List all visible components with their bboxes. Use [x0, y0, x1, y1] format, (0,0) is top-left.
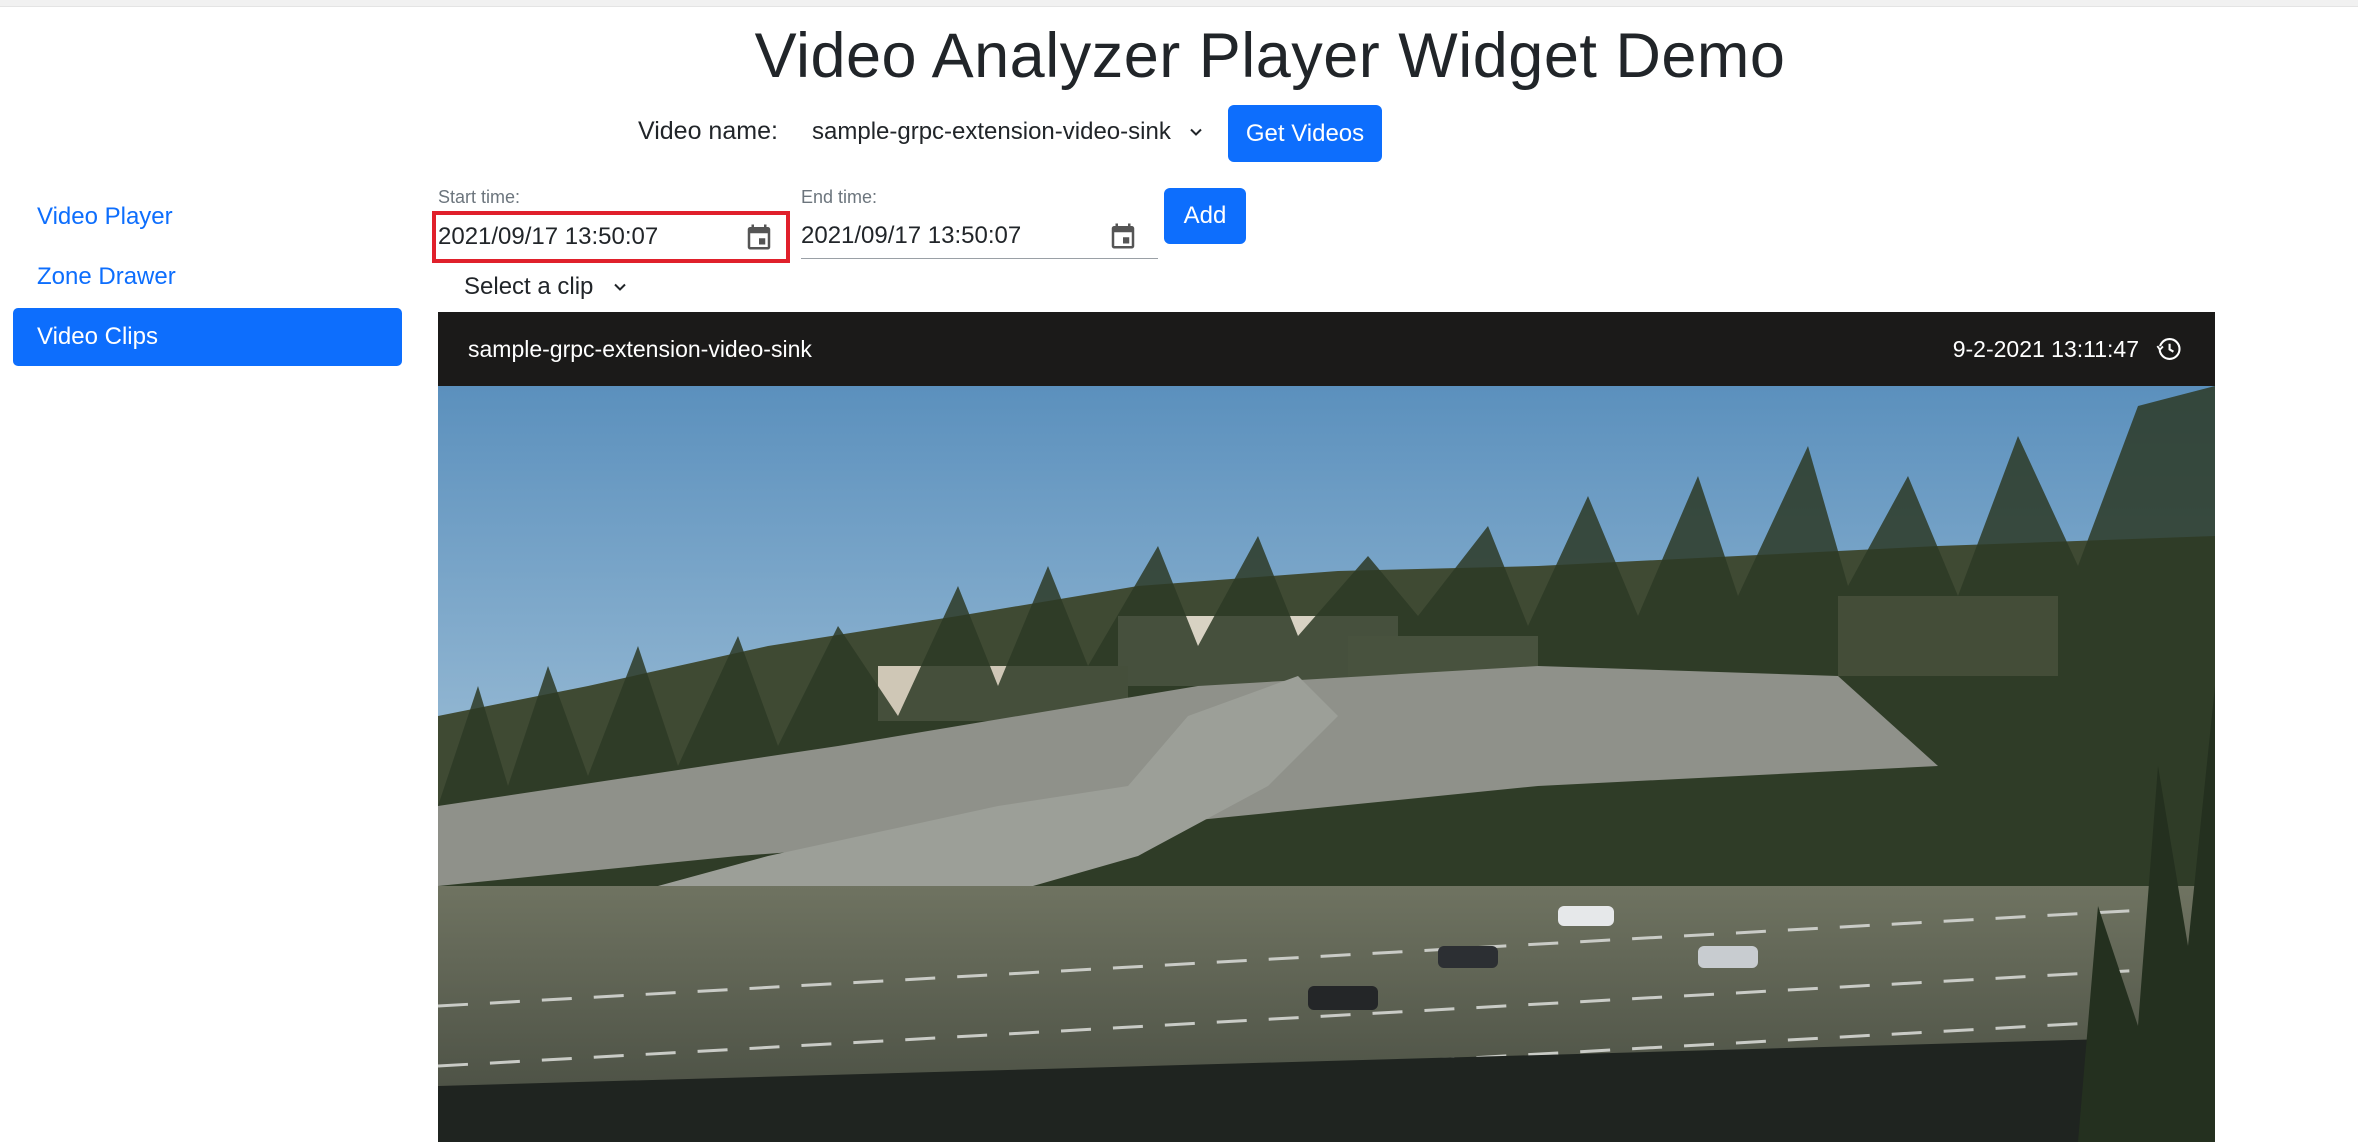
sidebar-item-label: Zone Drawer [37, 263, 176, 290]
chevron-down-icon [1190, 128, 1202, 136]
video-player[interactable]: sample-grpc-extension-video-sink 9-2-202… [438, 312, 2215, 1142]
end-time-value: 2021/09/17 13:50:07 [801, 221, 1022, 249]
calendar-icon[interactable] [1108, 221, 1138, 251]
car [1308, 986, 1378, 1010]
start-time-value: 2021/09/17 13:50:07 [438, 223, 659, 250]
get-videos-button[interactable]: Get Videos [1228, 105, 1382, 162]
player-header-bar: sample-grpc-extension-video-sink 9-2-202… [438, 312, 2215, 386]
page-title: Video Analyzer Player Widget Demo [754, 21, 1786, 91]
end-time-label: End time: [801, 187, 878, 207]
video-name-select-value: sample-grpc-extension-video-sink [812, 118, 1171, 145]
sidebar-item-label: Video Clips [37, 323, 158, 350]
sidebar-item-video-clips[interactable]: Video Clips [13, 308, 402, 366]
car [1438, 946, 1498, 968]
video-name-select[interactable]: sample-grpc-extension-video-sink [812, 105, 1203, 159]
end-time-input[interactable]: 2021/09/17 13:50:07 [801, 213, 1158, 259]
sidebar-item-zone-drawer[interactable]: Zone Drawer [13, 248, 402, 306]
add-clip-button[interactable]: Add [1164, 188, 1246, 244]
player-video-name: sample-grpc-extension-video-sink [468, 335, 812, 362]
top-rule [0, 0, 2358, 7]
sidebar-item-video-player[interactable]: Video Player [13, 188, 402, 246]
start-time-input[interactable]: 2021/09/17 13:50:07 [432, 211, 790, 263]
video-name-label: Video name: [638, 117, 778, 145]
video-frame [438, 386, 2215, 1142]
chevron-down-icon [614, 283, 627, 291]
car [1698, 946, 1758, 968]
sidebar-item-label: Video Player [37, 203, 173, 230]
car [1558, 906, 1614, 926]
clip-select[interactable]: Select a clip [464, 270, 627, 304]
history-icon[interactable] [2155, 335, 2183, 363]
start-time-label: Start time: [438, 187, 521, 207]
player-header-right: 9-2-2021 13:11:47 [1953, 335, 2183, 363]
calendar-icon[interactable] [744, 222, 774, 252]
clip-select-value: Select a clip [464, 273, 594, 300]
player-timestamp: 9-2-2021 13:11:47 [1952, 335, 2139, 362]
